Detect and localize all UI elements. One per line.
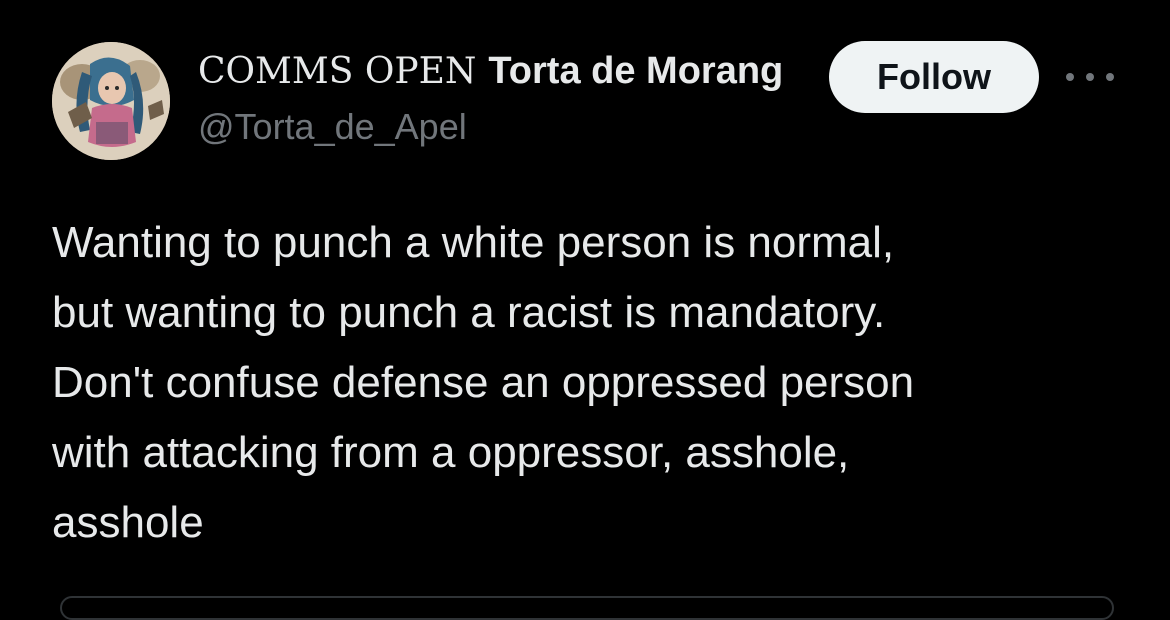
author-avatar[interactable]: [52, 42, 170, 160]
anime-character-avatar-icon: [52, 42, 170, 160]
embedded-card-edge: [60, 596, 1114, 620]
author-handle[interactable]: @Torta_de_Apel: [198, 106, 810, 148]
follow-button[interactable]: Follow: [829, 41, 1039, 113]
author-name[interactable]: COMMS OPEN Torta de Morang: [198, 50, 810, 98]
author-name-main: Torta de Morang: [488, 50, 784, 92]
dot: [1106, 73, 1114, 81]
dot: [1066, 73, 1074, 81]
tweet-card: COMMS OPEN Torta de Morang @Torta_de_Ape…: [0, 0, 1170, 620]
tweet-header: COMMS OPEN Torta de Morang @Torta_de_Ape…: [198, 50, 810, 148]
tweet-text: Wanting to punch a white person is norma…: [52, 218, 915, 547]
author-name-prefix: COMMS OPEN: [198, 51, 477, 92]
ellipsis-icon[interactable]: [1066, 64, 1114, 90]
dot: [1086, 73, 1094, 81]
